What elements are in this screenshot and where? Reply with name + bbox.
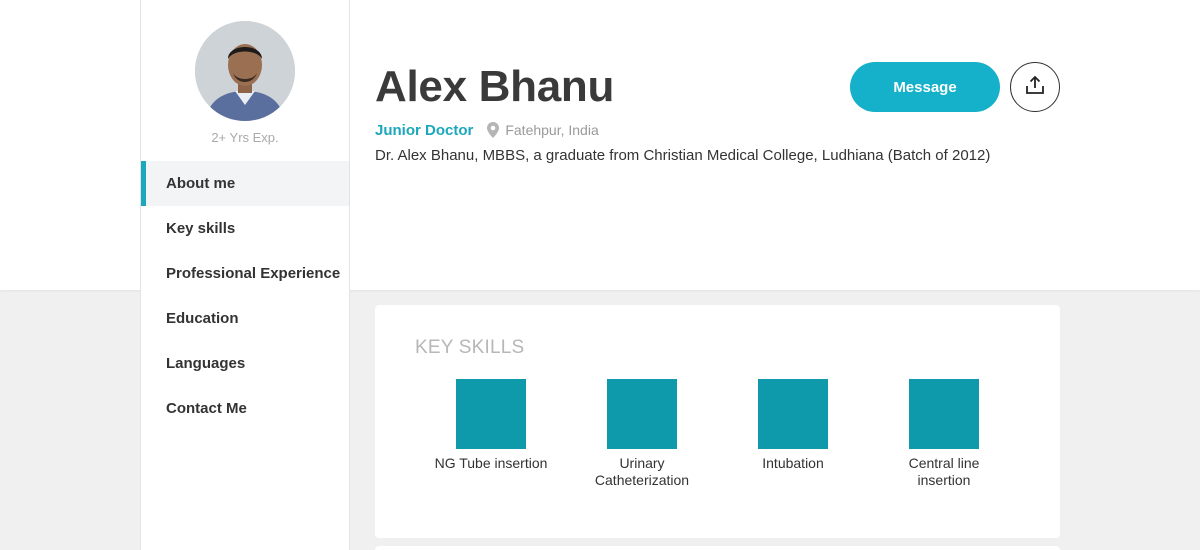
skill-item: Urinary Catheterization — [577, 379, 707, 489]
next-section-card — [375, 546, 1060, 550]
experience-label: 2+ Yrs Exp. — [211, 130, 279, 145]
skill-label-line: Central line — [908, 455, 980, 471]
sidebar-item-languages[interactable]: Languages — [141, 341, 349, 386]
skill-label-line: insertion — [917, 472, 971, 488]
profile-location: Fatehpur, India — [505, 122, 599, 138]
key-skills-title: KEY SKILLS — [415, 337, 525, 358]
sidebar-item-education[interactable]: Education — [141, 296, 349, 341]
skill-item: NG Tube insertion — [426, 379, 556, 472]
skill-label-line: NG Tube insertion — [434, 455, 548, 471]
sidebar-item-contact-me[interactable]: Contact Me — [141, 386, 349, 431]
skill-icon — [758, 379, 828, 449]
skill-label: NG Tube insertion — [426, 455, 556, 472]
sidebar-item-professional-experience[interactable]: Professional Experience — [141, 251, 349, 296]
profile-bio: Dr. Alex Bhanu, MBBS, a graduate from Ch… — [375, 147, 991, 164]
skill-label: Central line insertion — [879, 455, 1009, 489]
skill-label: Urinary Catheterization — [577, 455, 707, 489]
skill-icon — [456, 379, 526, 449]
skill-label-line: Catheterization — [594, 472, 690, 488]
location-pin-icon — [487, 122, 500, 138]
sidebar-item-about-me[interactable]: About me — [141, 161, 349, 206]
avatar — [195, 21, 295, 121]
skill-icon — [909, 379, 979, 449]
avatar-photo — [195, 21, 295, 121]
share-upload-icon — [1024, 74, 1046, 101]
skill-item: Intubation — [728, 379, 858, 472]
sidebar-nav: About me Key skills Professional Experie… — [141, 161, 349, 431]
profile-role: Junior Doctor — [375, 121, 474, 139]
key-skills-card: KEY SKILLS NG Tube insertion Urinary Cat… — [375, 305, 1060, 538]
skill-icon — [607, 379, 677, 449]
profile-subline: Junior Doctor Fatehpur, India — [375, 121, 599, 139]
share-button[interactable] — [1010, 62, 1060, 112]
profile-name: Alex Bhanu — [375, 62, 615, 111]
sidebar-item-key-skills[interactable]: Key skills — [141, 206, 349, 251]
skill-item: Central line insertion — [879, 379, 1009, 489]
message-button[interactable]: Message — [850, 62, 1000, 112]
skill-label-line: Intubation — [762, 455, 824, 471]
skill-label-line: Urinary — [619, 455, 665, 471]
skill-label: Intubation — [728, 455, 858, 472]
sidebar: 2+ Yrs Exp. About me Key skills Professi… — [140, 0, 350, 550]
